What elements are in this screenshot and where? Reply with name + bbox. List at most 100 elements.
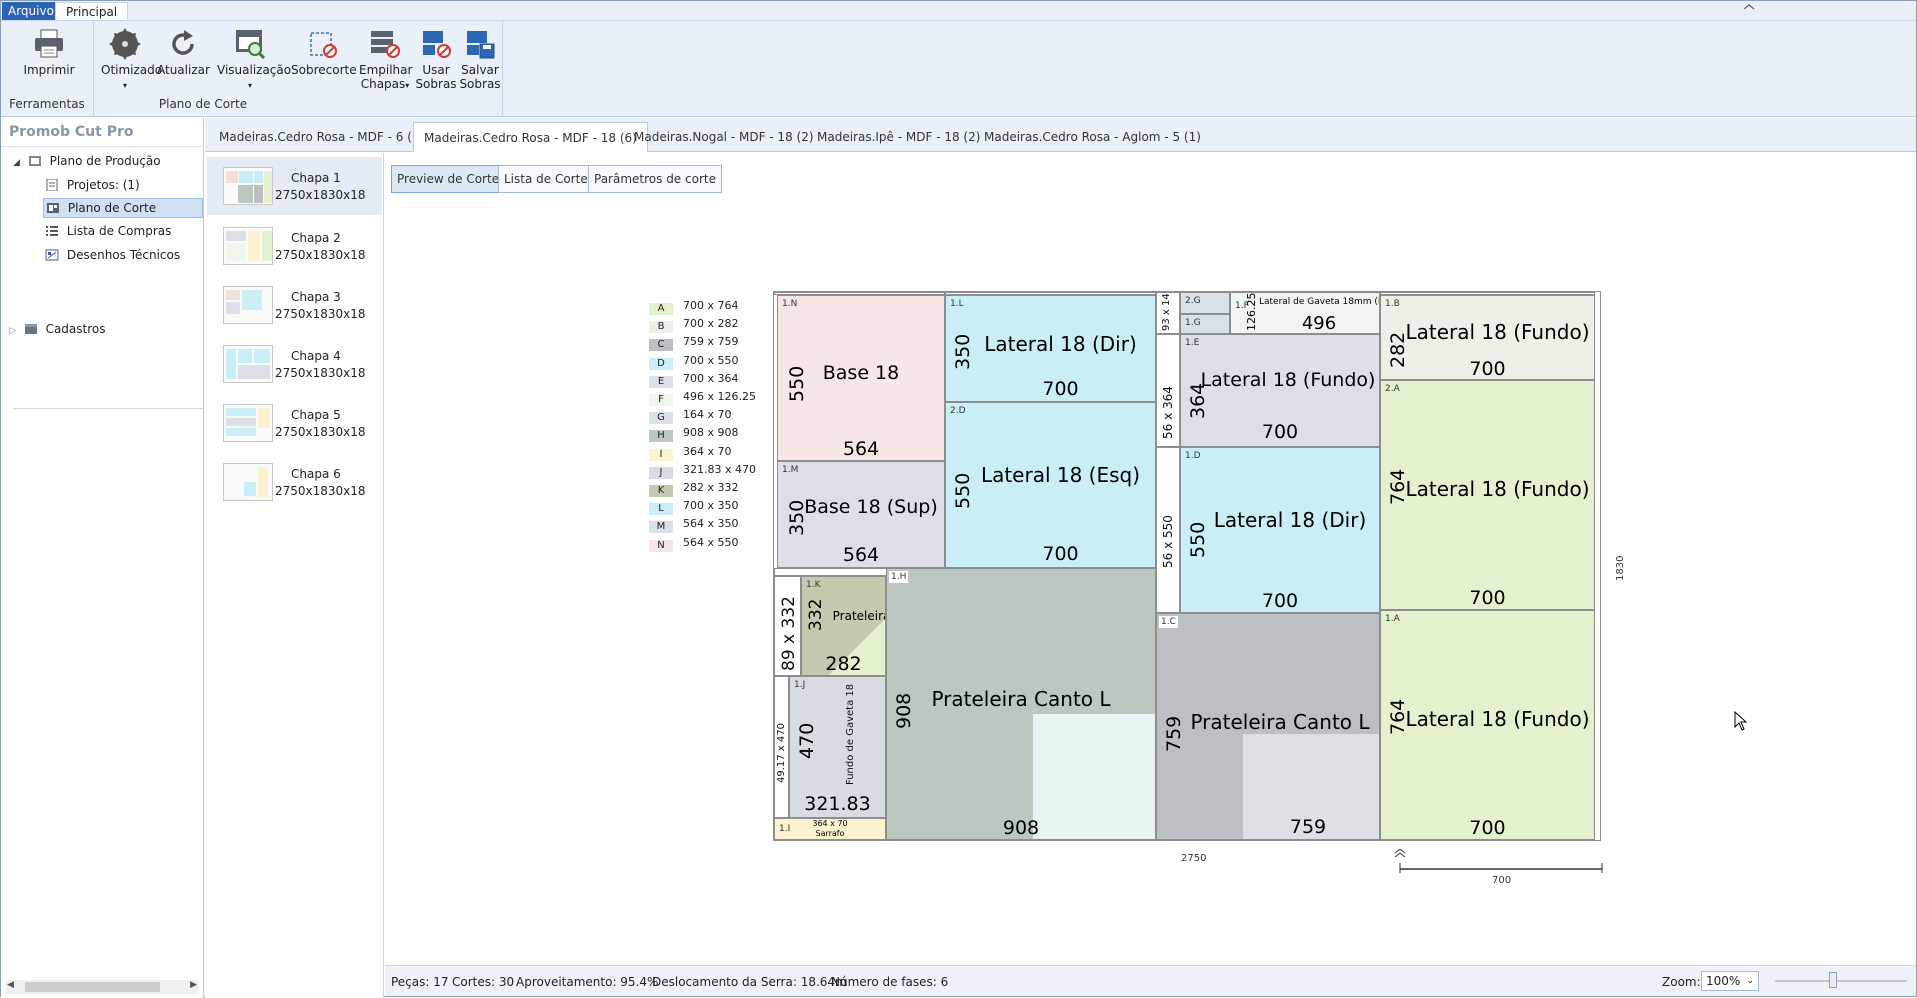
- tree-item-plano-producao[interactable]: ◢ Plano de Produção: [13, 154, 161, 168]
- imprimir-button[interactable]: Imprimir: [21, 27, 77, 77]
- divider: [13, 408, 203, 409]
- sheet-item[interactable]: Chapa 3 2750x1830x18: [207, 276, 382, 334]
- ruler-label: 700: [1492, 875, 1512, 886]
- legend-dims: 364 x 70: [683, 444, 732, 458]
- scrap: 93 x 148: [1156, 292, 1180, 334]
- sheet-item[interactable]: Chapa 6 2750x1830x18: [207, 453, 382, 511]
- salvar-label-1: Salvar: [461, 63, 499, 77]
- piece-1k[interactable]: 1.K Prateleira 282 332: [801, 576, 886, 676]
- piece-2d[interactable]: 2.D Lateral 18 (Esq) 700 550: [945, 402, 1156, 568]
- imprimir-label: Imprimir: [23, 63, 75, 77]
- legend-swatch: E: [649, 375, 673, 388]
- legend-swatch: M: [649, 521, 673, 534]
- status-deslocamento: Deslocamento da Serra: 18.64m: [652, 975, 847, 989]
- sheet-thumbnail: [223, 463, 273, 501]
- piece-1f[interactable]: 1.F Lateral de Gaveta 18mm (Dir) 496 126…: [1230, 292, 1380, 334]
- board-height-label: 1830: [1615, 555, 1626, 581]
- menu-tab-arquivo[interactable]: Arquivo: [2, 2, 60, 20]
- app-title: Promob Cut Pro: [9, 124, 134, 140]
- tab-nogal-mdf-18[interactable]: Madeiras.Nogal - MDF - 18 (2): [624, 122, 824, 152]
- legend-swatch: G: [649, 412, 673, 425]
- expand-arrow-icon[interactable]: ◢: [13, 158, 20, 168]
- piece-1i[interactable]: 1.I 364 x 70 Sarrafo: [774, 818, 886, 840]
- sheet-dims: 2750x1830x18: [275, 307, 366, 321]
- tab-cedro-aglom-5[interactable]: Madeiras.Cedro Rosa - Aglom - 5 (1): [974, 122, 1211, 152]
- collapsed-arrow-icon[interactable]: ▷: [9, 326, 16, 336]
- sheet-name: Chapa 3: [291, 290, 341, 304]
- horizontal-scrollbar[interactable]: ◀ ▶: [5, 980, 199, 994]
- piece-1m[interactable]: 1.M Base 18 (Sup) 564 350: [777, 461, 945, 568]
- menu-tab-principal[interactable]: Principal: [55, 2, 129, 20]
- legend-dims: 164 x 70: [683, 408, 732, 422]
- legend-dims: 321.83 x 470: [683, 462, 756, 476]
- piece-1h[interactable]: 1.H Prateleira Canto L 908 908: [886, 568, 1156, 840]
- parametros-corte-button[interactable]: Parâmetros de corte: [588, 165, 722, 193]
- tree-item-projetos[interactable]: Projetos: (1): [45, 178, 140, 192]
- lista-corte-button[interactable]: Lista de Corte: [498, 165, 594, 193]
- sheet-item[interactable]: Chapa 2 2750x1830x18: [207, 217, 382, 275]
- sobrecorte-button[interactable]: Sobrecorte: [291, 27, 357, 77]
- scrollbar-thumb[interactable]: [25, 982, 160, 992]
- legend-row: B 700 x 282: [649, 317, 739, 334]
- save-scraps-icon: [467, 31, 495, 59]
- saw-blade-icon: [109, 28, 141, 60]
- atualizar-button[interactable]: Atualizar: [157, 27, 210, 77]
- piece-1l[interactable]: 1.L Lateral 18 (Dir) 700 350: [945, 295, 1156, 402]
- tab-ipe-mdf-18[interactable]: Madeiras.Ipê - MDF - 18 (2): [807, 122, 990, 152]
- tree-item-cadastros[interactable]: ▷ Cadastros: [9, 322, 106, 336]
- scrap: 56 x 550: [1156, 447, 1180, 613]
- sheet-item[interactable]: Chapa 1 2750x1830x18: [207, 157, 382, 215]
- visualization-icon: [236, 30, 266, 60]
- piece-width: 496: [1301, 313, 1337, 334]
- salvar-label-2: Sobras: [459, 77, 501, 91]
- piece-1c[interactable]: 1.C Prateleira Canto L 759 759: [1156, 613, 1380, 840]
- piece-1g[interactable]: 1.G: [1180, 314, 1230, 334]
- piece-width: 282: [825, 653, 862, 675]
- printer-icon: [35, 29, 63, 58]
- piece-1e[interactable]: 1.E Lateral 18 (Fundo) 700 364: [1180, 334, 1380, 447]
- piece-1d[interactable]: 1.D Lateral 18 (Dir) 700 550: [1180, 447, 1380, 613]
- tab-cedro-mdf-6[interactable]: Madeiras.Cedro Rosa - MDF - 6 (1): [209, 122, 434, 152]
- tree-item-desenhos[interactable]: Desenhos Técnicos: [45, 248, 180, 262]
- legend-swatch: B: [649, 321, 673, 334]
- piece-2g[interactable]: 2.G: [1180, 292, 1230, 314]
- piece-2a[interactable]: 2.A Lateral 18 (Fundo) 700 764: [1380, 380, 1595, 610]
- legend-row: C 759 x 759: [649, 335, 739, 352]
- scroll-left-icon[interactable]: ◀: [7, 980, 14, 990]
- otimizado-button[interactable]: Otimizado ▾: [101, 27, 162, 93]
- piece-1b[interactable]: 1.B Lateral 18 (Fundo) 700 282: [1380, 295, 1595, 380]
- zoom-select[interactable]: 100% ⌄: [1701, 971, 1759, 991]
- status-bar: Peças: 17 Cortes: 30 Aproveitamento: 95.…: [385, 965, 1916, 996]
- empilhar-chapas-button[interactable]: Empilhar Chapas▾: [359, 27, 412, 93]
- ribbon: Imprimir Ferramentas Otimizado ▾ Atualiz…: [1, 21, 1916, 117]
- piece-1j[interactable]: 1.J Fundo de Gaveta 18 321.83 470: [789, 676, 886, 818]
- legend-row: G 164 x 70: [649, 408, 732, 425]
- piece-1a[interactable]: 1.A Lateral 18 (Fundo) 700 764: [1380, 610, 1595, 840]
- sheet-item[interactable]: Chapa 4 2750x1830x18: [207, 335, 382, 393]
- legend-swatch: H: [649, 430, 673, 443]
- sheet-name: Chapa 4: [291, 349, 341, 363]
- usar-sobras-button[interactable]: Usar Sobras: [415, 27, 457, 91]
- piece-height: 332: [806, 598, 826, 631]
- chevron-up-icon[interactable]: [1742, 1, 1756, 15]
- scroll-right-icon[interactable]: ▶: [190, 980, 197, 990]
- sheet-dims: 2750x1830x18: [275, 484, 366, 498]
- legend-row: M 564 x 350: [649, 517, 739, 534]
- piece-1n[interactable]: 1.N Base 18 564 550: [777, 295, 945, 461]
- piece-width: 908: [1002, 817, 1040, 839]
- tree-item-lista-compras[interactable]: Lista de Compras: [45, 224, 171, 238]
- sheet-item[interactable]: Chapa 5 2750x1830x18: [207, 394, 382, 452]
- visualizacao-button[interactable]: Visualização ▾: [217, 27, 291, 93]
- sheet-thumbnail: [223, 345, 273, 383]
- usar-label-2: Sobras: [415, 77, 457, 91]
- piece-name: 364 x 70: [812, 819, 848, 828]
- legend-swatch: C: [649, 339, 673, 352]
- divider: [1, 146, 204, 147]
- zoom-slider[interactable]: [1775, 980, 1907, 982]
- zoom-slider-thumb[interactable]: [1829, 972, 1837, 988]
- salvar-sobras-button[interactable]: Salvar Sobras: [459, 27, 501, 91]
- preview-corte-button[interactable]: Preview de Corte: [391, 165, 506, 193]
- tab-cedro-mdf-18[interactable]: Madeiras.Cedro Rosa - MDF - 18 (6): [413, 122, 648, 152]
- tree-item-plano-corte[interactable]: Plano de Corte: [43, 198, 203, 218]
- sheet-dims: 2750x1830x18: [275, 188, 366, 202]
